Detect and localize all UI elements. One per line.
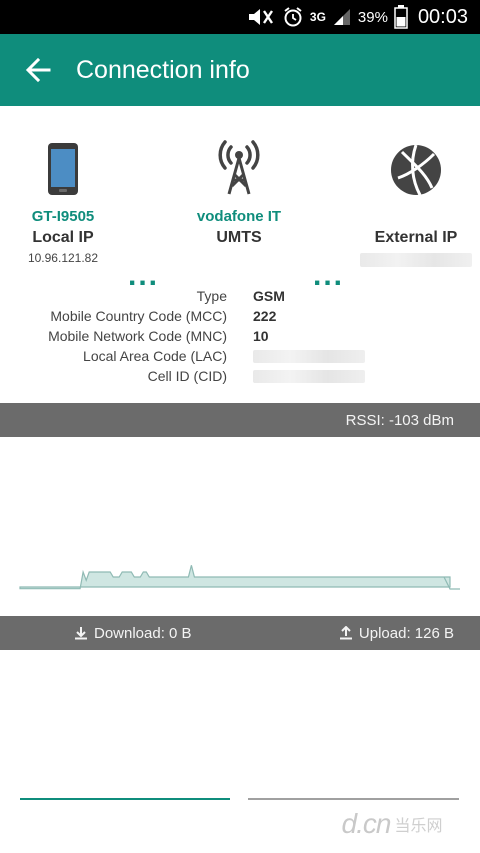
info-value-redacted — [253, 369, 365, 383]
status-bar: 3G 39% 00:03 — [0, 0, 480, 34]
upload-stat: Upload: 126 B — [339, 616, 454, 650]
alarm-icon — [284, 7, 302, 27]
info-value: 10 — [253, 328, 269, 344]
arrow-back-icon — [25, 57, 51, 83]
cell-info-table: Type GSM Mobile Country Code (MCC) 222 M… — [0, 286, 480, 386]
info-value-redacted — [253, 349, 365, 363]
info-key: Local Area Code (LAC) — [83, 348, 227, 364]
info-row-mcc: Mobile Country Code (MCC) 222 — [0, 306, 480, 326]
upload-icon — [339, 626, 352, 640]
info-row-mnc: Mobile Network Code (MNC) 10 — [0, 326, 480, 346]
clock: 00:03 — [417, 5, 468, 28]
antenna-tower-icon — [218, 140, 260, 195]
info-value: 222 — [253, 308, 277, 324]
app-bar: Connection info — [0, 34, 480, 106]
watermark-logo: d.cn 当乐网 — [312, 801, 472, 847]
signal-strength-icon — [333, 9, 350, 25]
upload-value: Upload: 126 B — [358, 624, 454, 642]
info-row-type: Type GSM — [0, 286, 480, 306]
info-key: Mobile Country Code (MCC) — [50, 308, 227, 324]
rssi-bar: RSSI: -103 dBm — [0, 403, 480, 437]
smartphone-icon — [48, 143, 78, 195]
battery-icon — [394, 5, 408, 29]
signal-history-chart — [19, 565, 460, 590]
info-value: GSM — [253, 288, 285, 304]
info-key: Mobile Network Code (MNC) — [48, 328, 227, 344]
connector-dots-right: ... — [313, 259, 345, 292]
local-ip-label: Local IP — [32, 229, 94, 246]
download-icon — [75, 627, 87, 640]
connection-diagram: GT-I9505 Local IP 10.96.121.82 ... vodaf… — [0, 106, 480, 291]
device-name: GT-I9505 — [31, 208, 95, 225]
external-ip-redacted — [336, 247, 480, 272]
info-row-lac: Local Area Code (LAC) — [0, 346, 480, 366]
local-device: GT-I9505 Local IP 10.96.121.82 — [0, 136, 143, 265]
status-icons: 3G 39% 00:03 — [246, 0, 468, 34]
battery-percent: 39% — [357, 8, 388, 26]
network-technology: UMTS — [216, 229, 262, 246]
info-row-cid: Cell ID (CID) — [0, 366, 480, 386]
page-title: Connection info — [76, 55, 250, 84]
download-value: Download: 0 B — [94, 624, 192, 642]
download-stat: Download: 0 B — [74, 616, 192, 650]
watermark-cn: 当乐网 — [394, 818, 443, 835]
local-ip-address: 10.96.121.82 — [27, 251, 99, 265]
connector-dots-left: ... — [128, 259, 160, 292]
network-type: 3G — [309, 10, 326, 24]
signal-area — [19, 565, 451, 590]
back-button[interactable] — [0, 34, 76, 106]
info-key: Cell ID (CID) — [147, 368, 227, 384]
traffic-bar: Download: 0 B Upload: 126 B — [0, 616, 480, 650]
watermark-brand: d.cn — [341, 808, 392, 839]
traffic-chart — [20, 798, 459, 800]
rssi-value: RSSI: -103 dBm — [345, 411, 454, 429]
mute-icon — [248, 9, 273, 25]
carrier-name: vodafone IT — [196, 208, 282, 225]
info-key: Type — [196, 288, 227, 304]
external-network: External IP — [336, 136, 480, 272]
external-ip-label: External IP — [374, 229, 458, 246]
carrier: vodafone IT UMTS — [159, 136, 319, 247]
globe-icon — [391, 144, 441, 196]
